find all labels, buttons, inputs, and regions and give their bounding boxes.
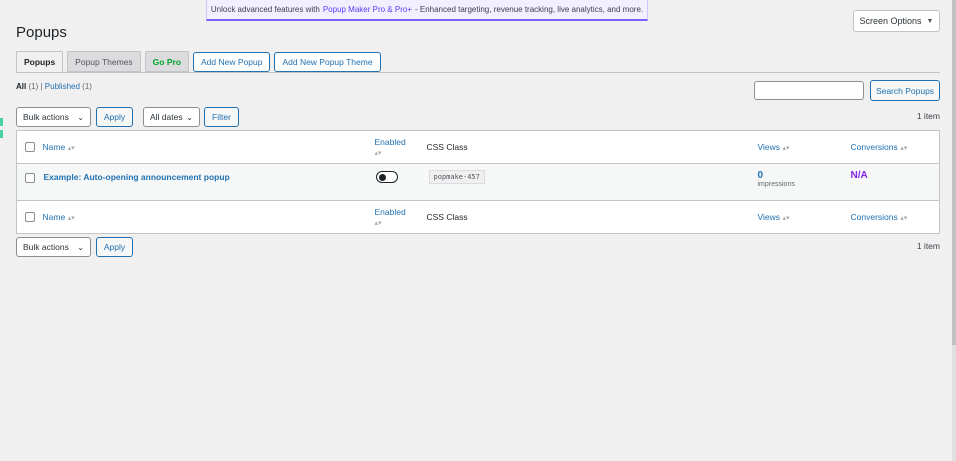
toggle-knob: [378, 173, 386, 181]
column-views-sort-footer[interactable]: Views: [758, 212, 781, 222]
table-header-row: Name ▴▾ Enabled ▴▾ CSS Class Views ▴▾ Co…: [17, 131, 940, 164]
search-popups-button[interactable]: Search Popups: [870, 80, 940, 101]
bulk-actions-label: Bulk actions: [23, 112, 69, 122]
sort-icon: ▴▾: [900, 215, 908, 222]
table-row: Example: Auto-opening announcement popup…: [16, 163, 940, 201]
sort-icon: ▴▾: [782, 145, 790, 152]
edge-indicator: [0, 118, 3, 126]
tabs-divider: [16, 72, 940, 73]
view-all-count: (1): [28, 82, 39, 91]
row-checkbox[interactable]: [25, 173, 35, 183]
scrollbar[interactable]: [952, 0, 956, 461]
date-filter-select[interactable]: All dates ⌄: [143, 107, 200, 127]
chevron-down-icon: ⌄: [77, 112, 84, 122]
column-name-sort-footer[interactable]: Name: [43, 212, 66, 222]
column-views-sort[interactable]: Views: [758, 142, 781, 152]
views-filter: All (1) | Published (1): [16, 82, 92, 91]
bulk-actions-label: Bulk actions: [23, 242, 69, 252]
tab-go-pro[interactable]: Go Pro: [144, 51, 190, 72]
banner-text-before: Unlock advanced features with: [210, 5, 320, 14]
banner-text-after: - Enhanced targeting, revenue tracking, …: [414, 5, 644, 14]
conversions-value: N/A: [850, 170, 868, 181]
column-css-class: CSS Class: [426, 142, 468, 152]
enabled-toggle[interactable]: [375, 171, 398, 183]
column-name-sort[interactable]: Name: [43, 142, 66, 152]
promo-banner: Unlock advanced features with Popup Make…: [206, 0, 648, 21]
column-conversions-sort-footer[interactable]: Conversions: [851, 212, 898, 222]
views-sublabel: impressions: [757, 181, 795, 188]
view-all-link[interactable]: All: [16, 82, 26, 91]
column-enabled-sort-footer[interactable]: Enabled: [375, 207, 427, 217]
sort-icon: ▴▾: [374, 220, 382, 227]
column-css-class-footer: CSS Class: [426, 212, 468, 222]
item-count-bottom: 1 item: [916, 241, 940, 251]
date-filter-label: All dates: [150, 112, 183, 122]
column-conversions-sort[interactable]: Conversions: [851, 142, 898, 152]
add-new-popup-button[interactable]: Add New Popup: [193, 52, 271, 72]
view-published-count: (1): [82, 82, 92, 91]
page-title: Popups: [16, 24, 67, 41]
chevron-down-icon: ⌄: [186, 112, 193, 122]
sort-icon: ▴▾: [782, 215, 790, 222]
table-footer-row: Name ▴▾ Enabled ▴▾ CSS Class Views ▴▾ Co…: [17, 201, 940, 234]
screen-options-button[interactable]: Screen Options ▼: [853, 10, 940, 32]
column-enabled-sort[interactable]: Enabled: [375, 137, 427, 147]
sort-icon: ▴▾: [374, 150, 382, 157]
item-count-top: 1 item: [916, 111, 940, 121]
css-class-code: popmake-457: [428, 170, 485, 184]
filter-button[interactable]: Filter: [204, 107, 239, 127]
screen-options-label: Screen Options: [859, 16, 922, 26]
bulk-actions-select-bottom[interactable]: Bulk actions ⌄: [16, 237, 91, 257]
search-input[interactable]: [754, 81, 864, 100]
views-count-link[interactable]: 0: [758, 170, 851, 181]
tab-popups[interactable]: Popups: [16, 51, 64, 72]
chevron-down-icon: ⌄: [77, 242, 84, 252]
edge-indicator: [0, 130, 3, 138]
tab-popup-themes[interactable]: Popup Themes: [67, 51, 141, 72]
apply-button-top[interactable]: Apply: [96, 107, 133, 127]
select-all-checkbox[interactable]: [25, 142, 35, 152]
select-all-checkbox-footer[interactable]: [25, 212, 35, 222]
popup-title-link[interactable]: Example: Auto-opening announcement popup: [44, 172, 230, 182]
sort-icon: ▴▾: [900, 145, 908, 152]
sort-icon: ▴▾: [67, 215, 75, 222]
nav-tabs: Popups Popup Themes Go Pro Add New Popup…: [16, 51, 381, 72]
popups-table: Name ▴▾ Enabled ▴▾ CSS Class Views ▴▾ Co…: [16, 130, 940, 234]
view-separator: |: [40, 82, 43, 91]
caret-down-icon: ▼: [926, 17, 934, 25]
add-new-popup-theme-button[interactable]: Add New Popup Theme: [274, 52, 381, 72]
scrollbar-thumb[interactable]: [952, 0, 956, 345]
view-published-link[interactable]: Published: [45, 82, 80, 91]
banner-pro-link[interactable]: Popup Maker Pro & Pro+: [323, 5, 412, 14]
sort-icon: ▴▾: [67, 145, 75, 152]
apply-button-bottom[interactable]: Apply: [96, 237, 133, 257]
bulk-actions-select-top[interactable]: Bulk actions ⌄: [16, 107, 91, 127]
